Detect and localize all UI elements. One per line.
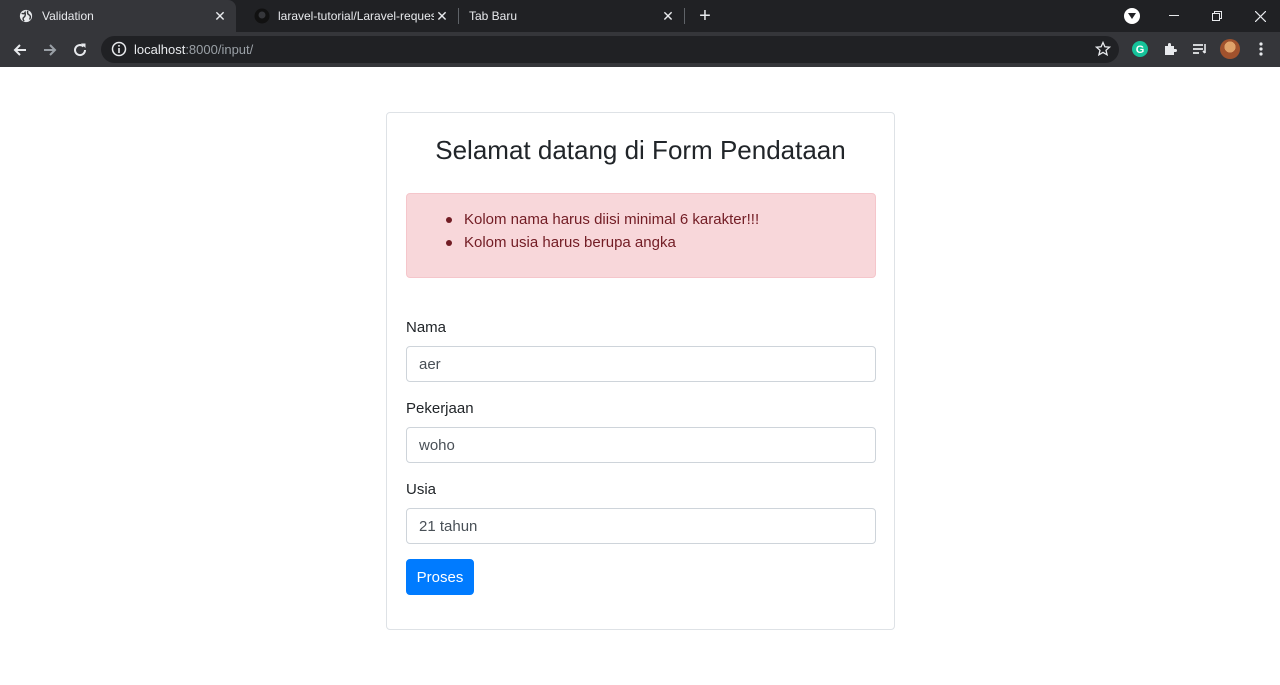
address-bar[interactable]: localhost:8000/input/: [101, 36, 1119, 63]
url-text: localhost:8000/input/: [134, 42, 253, 57]
tab-divider: [684, 8, 685, 24]
plus-icon[interactable]: +: [694, 5, 716, 27]
tab-title: laravel-tutorial/Laravel-request-v: [278, 9, 434, 23]
star-icon[interactable]: [1094, 40, 1112, 57]
url-host: localhost: [134, 42, 186, 57]
globe-icon: [18, 8, 34, 24]
error-item: Kolom nama harus diisi minimal 6 karakte…: [445, 208, 759, 231]
close-icon[interactable]: ✕: [434, 8, 450, 24]
error-alert: Kolom nama harus diisi minimal 6 karakte…: [406, 193, 876, 278]
error-list: Kolom nama harus diisi minimal 6 karakte…: [445, 208, 759, 254]
back-icon[interactable]: [8, 38, 32, 62]
info-icon[interactable]: [111, 41, 127, 57]
close-window-icon[interactable]: [1246, 0, 1274, 32]
nama-input[interactable]: aer: [406, 346, 876, 382]
form-card: Selamat datang di Form Pendataan Kolom n…: [386, 112, 895, 630]
forward-icon[interactable]: [38, 38, 62, 62]
tab-tab-baru[interactable]: Tab Baru ✕: [458, 0, 684, 32]
tab-title: Validation: [42, 9, 94, 23]
browser-toolbar: localhost:8000/input/ G: [0, 32, 1280, 67]
reading-list-icon[interactable]: [1191, 40, 1209, 58]
pekerjaan-label: Pekerjaan: [406, 400, 474, 417]
close-icon[interactable]: ✕: [660, 8, 676, 24]
extensions-puzzle-icon[interactable]: [1161, 40, 1179, 58]
tab-github[interactable]: laravel-tutorial/Laravel-request-v ✕: [236, 0, 458, 32]
github-icon: [254, 8, 270, 24]
pekerjaan-input[interactable]: woho: [406, 427, 876, 463]
usia-label: Usia: [406, 481, 437, 498]
tab-validation[interactable]: Validation ✕: [0, 0, 236, 32]
page-title: Selamat datang di Form Pendataan: [435, 135, 846, 165]
proses-button[interactable]: Proses: [406, 559, 474, 595]
restore-icon[interactable]: [1203, 0, 1231, 32]
url-path: :8000/input/: [185, 42, 254, 57]
menu-kebab-icon[interactable]: [1252, 40, 1270, 58]
reload-icon[interactable]: [68, 38, 92, 62]
tab-strip: Validation ✕ laravel-tutorial/Laravel-re…: [0, 0, 1280, 32]
minimize-icon[interactable]: [1160, 0, 1188, 32]
profile-avatar[interactable]: [1220, 39, 1240, 59]
close-icon[interactable]: ✕: [212, 8, 228, 24]
error-item: Kolom usia harus berupa angka: [445, 231, 759, 254]
usia-input[interactable]: 21 tahun: [406, 508, 876, 544]
nama-label: Nama: [406, 319, 447, 336]
svg-text:G: G: [1136, 44, 1145, 56]
tab-title: Tab Baru: [469, 9, 518, 23]
grammarly-icon[interactable]: G: [1131, 40, 1149, 58]
tab-search-icon[interactable]: [1124, 8, 1140, 24]
